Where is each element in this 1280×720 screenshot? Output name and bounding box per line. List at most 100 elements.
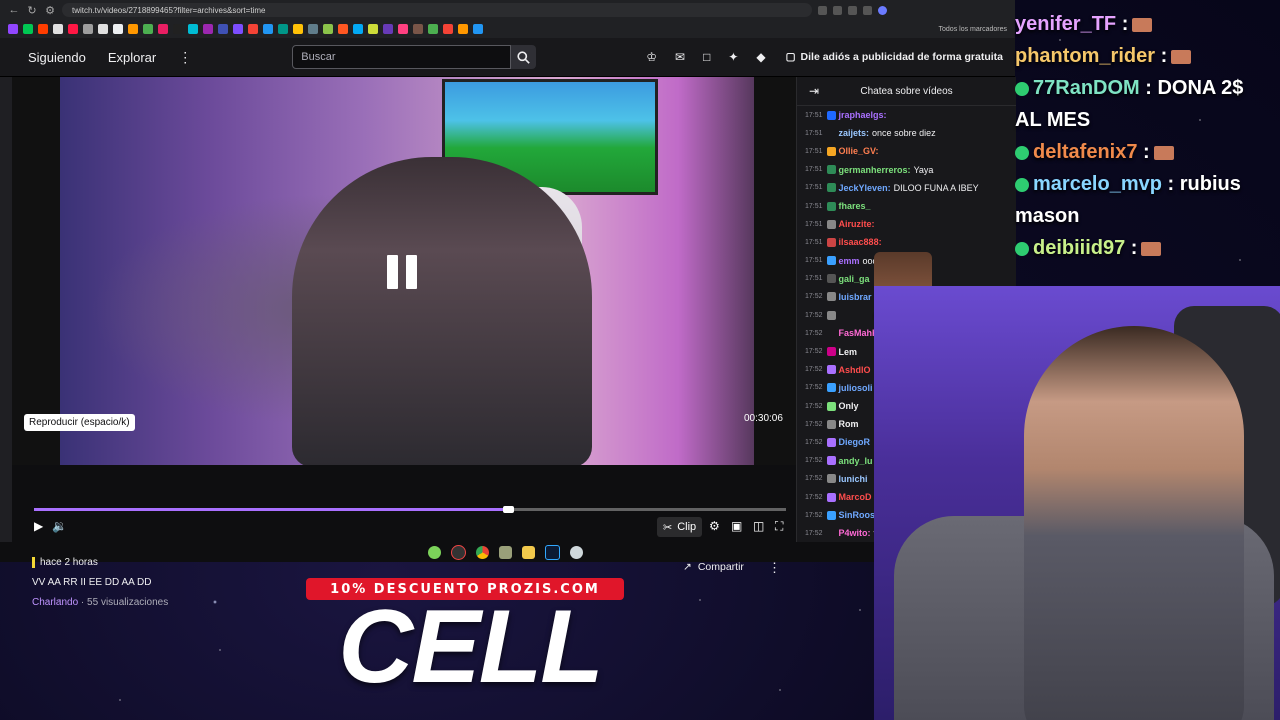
bookmark-icon[interactable] bbox=[23, 24, 33, 34]
whispers-icon[interactable]: □ bbox=[703, 50, 710, 64]
chat-badge-icon[interactable] bbox=[826, 128, 836, 138]
chat-badge-icon[interactable] bbox=[826, 347, 836, 357]
nav-explore[interactable]: Explorar bbox=[108, 50, 156, 65]
chat-badge-icon[interactable] bbox=[826, 419, 836, 429]
bookmark-icon[interactable] bbox=[53, 24, 63, 34]
extension-icon[interactable] bbox=[863, 5, 872, 15]
zoom-icon[interactable] bbox=[818, 5, 827, 15]
chat-badge-icon[interactable] bbox=[826, 401, 836, 411]
folder-icon[interactable] bbox=[522, 545, 535, 559]
category-link[interactable]: Charlando bbox=[32, 597, 78, 608]
chat-badge-icon[interactable] bbox=[826, 510, 836, 520]
bookmark-icon[interactable] bbox=[188, 24, 198, 34]
bookmark-icon[interactable] bbox=[158, 24, 168, 34]
bookmark-icon[interactable] bbox=[38, 24, 48, 34]
bookmark-icon[interactable] bbox=[8, 24, 18, 34]
seek-bar[interactable] bbox=[34, 506, 786, 513]
chat-badge-icon[interactable] bbox=[826, 365, 836, 375]
theatre-mode-icon[interactable]: ◫ bbox=[753, 519, 764, 533]
nav-following[interactable]: Siguiendo bbox=[28, 50, 86, 65]
chat-username[interactable]: DiegoR bbox=[839, 437, 871, 447]
ad-free-promo-button[interactable]: ▢ Dile adiós a publicidad de forma gratu… bbox=[786, 51, 1003, 63]
chat-username[interactable]: Only bbox=[839, 401, 859, 411]
clip-button[interactable]: ✂ Clip bbox=[657, 517, 703, 537]
chat-badge-icon[interactable] bbox=[826, 183, 836, 193]
bookmark-icon[interactable] bbox=[413, 24, 423, 34]
play-button[interactable]: ▶ bbox=[34, 519, 43, 533]
bookmark-icon[interactable] bbox=[233, 24, 243, 34]
bookmark-icon[interactable] bbox=[308, 24, 318, 34]
chat-badge-icon[interactable] bbox=[826, 310, 836, 320]
bookmark-icon[interactable] bbox=[368, 24, 378, 34]
chat-badge-icon[interactable] bbox=[826, 328, 836, 338]
chat-badge-icon[interactable] bbox=[826, 437, 836, 447]
chat-username[interactable]: lunichi bbox=[839, 474, 868, 484]
profile-icon[interactable] bbox=[878, 5, 887, 15]
chat-username[interactable]: MarcoD bbox=[839, 492, 872, 502]
video-player[interactable] bbox=[12, 77, 796, 465]
chat-badge-icon[interactable] bbox=[826, 256, 836, 266]
bookmark-icon[interactable] bbox=[398, 24, 408, 34]
chat-badge-icon[interactable] bbox=[826, 165, 836, 175]
collapsed-sidebar[interactable] bbox=[0, 77, 12, 542]
bookmark-icon[interactable] bbox=[263, 24, 273, 34]
settings-gear-icon[interactable]: ⚙ bbox=[709, 519, 720, 533]
bookmark-icon[interactable] bbox=[248, 24, 258, 34]
chat-username[interactable]: Lem bbox=[839, 347, 858, 357]
bookmark-icon[interactable] bbox=[218, 24, 228, 34]
chat-badge-icon[interactable] bbox=[826, 292, 836, 302]
chat-username[interactable]: Ollie_GV: bbox=[839, 146, 879, 156]
extension-icon[interactable] bbox=[848, 5, 857, 15]
chat-username[interactable]: germanherreros: bbox=[839, 165, 911, 175]
more-options-icon[interactable]: ⋮ bbox=[178, 49, 192, 66]
chat-badge-icon[interactable] bbox=[826, 146, 836, 156]
url-field[interactable]: twitch.tv/videos/2718899465?filter=archi… bbox=[62, 3, 812, 17]
chat-username[interactable]: gali_ga bbox=[839, 274, 870, 284]
chat-username[interactable]: Rom bbox=[839, 419, 859, 429]
search-button[interactable] bbox=[510, 45, 537, 69]
collapse-chat-icon[interactable]: ⇥ bbox=[809, 84, 819, 98]
bookmark-icon[interactable] bbox=[323, 24, 333, 34]
chat-username[interactable]: andy_lu bbox=[839, 456, 873, 466]
chat-username[interactable]: AshdlO bbox=[839, 365, 871, 375]
bookmark-icon[interactable] bbox=[293, 24, 303, 34]
search-input[interactable]: Buscar bbox=[292, 45, 511, 69]
chat-username[interactable]: jraphaelgs: bbox=[839, 110, 887, 120]
bookmark-icon[interactable] bbox=[428, 24, 438, 34]
volume-icon[interactable]: 🔉 bbox=[52, 519, 67, 533]
chat-username[interactable]: SinRoos bbox=[839, 510, 876, 520]
chat-username[interactable]: Airuzite: bbox=[839, 219, 875, 229]
bookmark-icon[interactable] bbox=[83, 24, 93, 34]
bookmark-icon[interactable] bbox=[203, 24, 213, 34]
app-icon-green[interactable] bbox=[428, 545, 441, 559]
app-icon-obs[interactable] bbox=[451, 544, 466, 560]
chat-username[interactable]: emm bbox=[839, 256, 860, 266]
bookmark-icon[interactable] bbox=[383, 24, 393, 34]
seek-bar-handle[interactable] bbox=[502, 506, 514, 513]
fullscreen-icon[interactable]: ⛶ bbox=[775, 519, 783, 534]
bookmark-star-icon[interactable] bbox=[833, 5, 842, 15]
app-icon-network[interactable] bbox=[570, 545, 583, 559]
all-bookmarks-folder[interactable]: Todos los marcadores bbox=[939, 26, 1007, 33]
share-button[interactable]: ↗ Compartir bbox=[683, 561, 744, 573]
chat-badge-icon[interactable] bbox=[826, 201, 836, 211]
chat-username[interactable]: luisbrar bbox=[839, 292, 872, 302]
chat-badge-icon[interactable] bbox=[826, 274, 836, 284]
crown-icon[interactable]: ♔ bbox=[646, 50, 657, 64]
bookmark-icon[interactable] bbox=[128, 24, 138, 34]
bookmark-icon[interactable] bbox=[443, 24, 453, 34]
bookmark-icon[interactable] bbox=[458, 24, 468, 34]
photoshop-icon[interactable] bbox=[545, 544, 560, 560]
bookmark-icon[interactable] bbox=[278, 24, 288, 34]
bookmark-icon[interactable] bbox=[173, 24, 183, 34]
diamond-icon[interactable]: ◆ bbox=[756, 50, 765, 64]
chat-username[interactable]: zaijets: bbox=[839, 128, 870, 138]
bookmark-icon[interactable] bbox=[143, 24, 153, 34]
back-icon[interactable]: ← bbox=[8, 4, 20, 16]
chrome-icon[interactable] bbox=[476, 545, 489, 559]
chat-username[interactable]: JeckYleven: bbox=[839, 183, 891, 193]
bookmark-icon[interactable] bbox=[98, 24, 108, 34]
chat-username[interactable]: P4wito: bbox=[839, 528, 871, 538]
inbox-icon[interactable]: ✉ bbox=[675, 50, 685, 64]
bookmark-icon[interactable] bbox=[473, 24, 483, 34]
